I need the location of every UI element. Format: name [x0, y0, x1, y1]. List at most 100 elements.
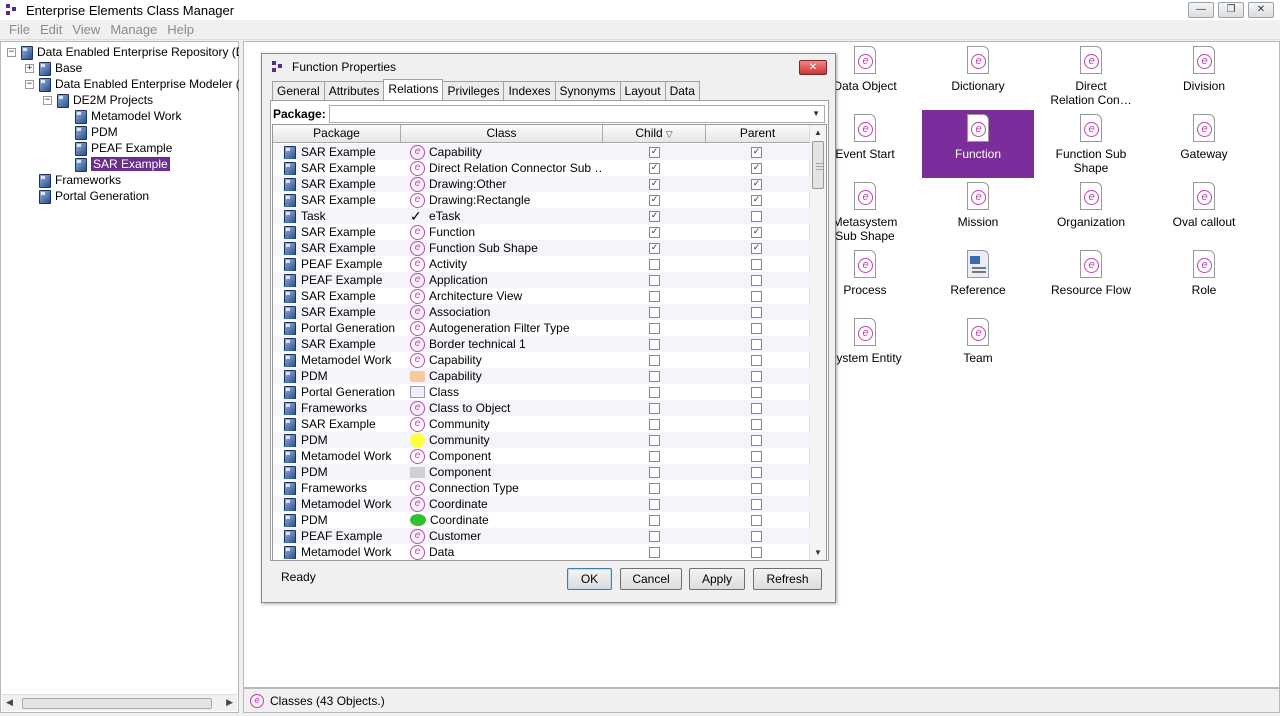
- package-dropdown[interactable]: ▼: [329, 105, 825, 123]
- parent-checkbox[interactable]: [751, 450, 762, 462]
- dialog-close-button[interactable]: ✕: [799, 60, 827, 75]
- child-checkbox[interactable]: [649, 466, 660, 478]
- tree-horizontal-scrollbar[interactable]: ◀ ▶: [2, 694, 237, 711]
- scrollbar-thumb[interactable]: [22, 698, 212, 709]
- tab-relations[interactable]: Relations: [383, 79, 444, 100]
- close-button[interactable]: ✕: [1248, 2, 1274, 18]
- table-row[interactable]: SAR Example e Drawing:Other ✓ ✓: [273, 176, 810, 192]
- table-row[interactable]: Metamodel Work e Data: [273, 544, 810, 560]
- parent-checkbox[interactable]: [751, 370, 762, 382]
- restore-button[interactable]: ❐: [1218, 2, 1244, 18]
- column-header-parent[interactable]: Parent: [706, 125, 810, 142]
- table-row[interactable]: PEAF Example e Customer: [273, 528, 810, 544]
- tree-item[interactable]: PDM: [74, 124, 118, 140]
- apply-button[interactable]: Apply: [689, 568, 745, 590]
- tree-expander-icon[interactable]: +: [25, 63, 34, 73]
- child-checkbox[interactable]: [649, 434, 660, 446]
- child-checkbox[interactable]: [649, 258, 660, 270]
- class-tile[interactable]: e Division: [1148, 42, 1260, 110]
- table-row[interactable]: SAR Example e Direct Relation Connector Su…: [273, 160, 810, 176]
- child-checkbox[interactable]: [649, 354, 660, 366]
- tree-item[interactable]: PEAF Example: [74, 140, 172, 156]
- child-checkbox[interactable]: ✓: [649, 194, 660, 206]
- table-row[interactable]: Task ✓ eTask ✓: [273, 208, 810, 224]
- child-checkbox[interactable]: ✓: [649, 146, 660, 158]
- tab-privileges[interactable]: Privileges: [442, 81, 505, 100]
- table-row[interactable]: SAR Example e Function ✓ ✓: [273, 224, 810, 240]
- child-checkbox[interactable]: ✓: [649, 242, 660, 254]
- parent-checkbox[interactable]: [751, 274, 762, 286]
- cancel-button[interactable]: Cancel: [620, 568, 682, 590]
- table-row[interactable]: Frameworks e Class to Object: [273, 400, 810, 416]
- parent-checkbox[interactable]: [751, 322, 762, 334]
- child-checkbox[interactable]: [649, 290, 660, 302]
- parent-checkbox[interactable]: ✓: [751, 178, 762, 190]
- parent-checkbox[interactable]: [751, 210, 762, 222]
- class-tile[interactable]: e Gateway: [1148, 110, 1260, 178]
- refresh-button[interactable]: Refresh: [753, 568, 822, 590]
- table-row[interactable]: SAR Example e Association: [273, 304, 810, 320]
- class-tile[interactable]: e Oval callout: [1148, 178, 1260, 246]
- table-row[interactable]: PDM Capability: [273, 368, 810, 384]
- menu-edit[interactable]: Edit: [35, 22, 67, 37]
- parent-checkbox[interactable]: [751, 514, 762, 526]
- parent-checkbox[interactable]: [751, 338, 762, 350]
- parent-checkbox[interactable]: [751, 482, 762, 494]
- scroll-down-icon[interactable]: ▼: [814, 548, 822, 557]
- table-row[interactable]: Frameworks e Connection Type: [273, 480, 810, 496]
- class-tile[interactable]: e Resource Flow: [1035, 246, 1147, 314]
- tree-item[interactable]: + Base: [25, 60, 82, 76]
- child-checkbox[interactable]: ✓: [649, 210, 660, 222]
- tree-item[interactable]: SAR Example: [74, 156, 170, 172]
- menu-help[interactable]: Help: [162, 22, 199, 37]
- child-checkbox[interactable]: [649, 322, 660, 334]
- grid-vertical-scrollbar[interactable]: ▲ — — — ▼: [809, 125, 826, 560]
- child-checkbox[interactable]: ✓: [649, 178, 660, 190]
- child-checkbox[interactable]: [649, 450, 660, 462]
- child-checkbox[interactable]: [649, 514, 660, 526]
- child-checkbox[interactable]: [649, 370, 660, 382]
- child-checkbox[interactable]: [649, 386, 660, 398]
- child-checkbox[interactable]: [649, 418, 660, 430]
- table-row[interactable]: PDM Community: [273, 432, 810, 448]
- class-tile[interactable]: e Mission: [922, 178, 1034, 246]
- tab-attributes[interactable]: Attributes: [323, 81, 385, 100]
- table-row[interactable]: Portal Generation e Autogeneration Filter …: [273, 320, 810, 336]
- table-row[interactable]: SAR Example e Border technical 1: [273, 336, 810, 352]
- parent-checkbox[interactable]: ✓: [751, 146, 762, 158]
- table-row[interactable]: SAR Example e Architecture View: [273, 288, 810, 304]
- parent-checkbox[interactable]: [751, 386, 762, 398]
- minimize-button[interactable]: —: [1188, 2, 1214, 18]
- table-row[interactable]: PDM Component: [273, 464, 810, 480]
- tree-expander-icon[interactable]: −: [7, 47, 16, 57]
- parent-checkbox[interactable]: [751, 466, 762, 478]
- menu-file[interactable]: File: [4, 22, 35, 37]
- chevron-down-icon[interactable]: ▼: [812, 109, 820, 118]
- child-checkbox[interactable]: [649, 402, 660, 414]
- column-header-child[interactable]: Child ▽: [603, 125, 706, 142]
- table-row[interactable]: SAR Example e Capability ✓ ✓: [273, 144, 810, 160]
- parent-checkbox[interactable]: [751, 402, 762, 414]
- parent-checkbox[interactable]: [751, 354, 762, 366]
- menu-view[interactable]: View: [67, 22, 105, 37]
- tree-item[interactable]: − Data Enabled Enterprise Modeler (DE: [25, 76, 256, 92]
- table-row[interactable]: Metamodel Work e Component: [273, 448, 810, 464]
- child-checkbox[interactable]: [649, 274, 660, 286]
- table-row[interactable]: Metamodel Work e Coordinate: [273, 496, 810, 512]
- parent-checkbox[interactable]: ✓: [751, 162, 762, 174]
- tree-item[interactable]: − DE2M Projects: [43, 92, 153, 108]
- ok-button[interactable]: OK: [567, 568, 612, 590]
- table-row[interactable]: SAR Example e Function Sub Shape ✓ ✓: [273, 240, 810, 256]
- parent-checkbox[interactable]: ✓: [751, 194, 762, 206]
- tree-expander-icon[interactable]: −: [43, 95, 52, 105]
- tree-item[interactable]: Portal Generation: [38, 188, 149, 204]
- tab-layout[interactable]: Layout: [619, 81, 666, 100]
- class-tile[interactable]: e Function Sub Shape: [1035, 110, 1147, 178]
- tab-general[interactable]: General: [272, 81, 325, 100]
- child-checkbox[interactable]: [649, 338, 660, 350]
- class-tile[interactable]: e Team: [922, 314, 1034, 382]
- tree-item[interactable]: Frameworks: [38, 172, 121, 188]
- class-tile[interactable]: e Role: [1148, 246, 1260, 314]
- column-header-class[interactable]: Class: [401, 125, 603, 142]
- child-checkbox[interactable]: [649, 306, 660, 318]
